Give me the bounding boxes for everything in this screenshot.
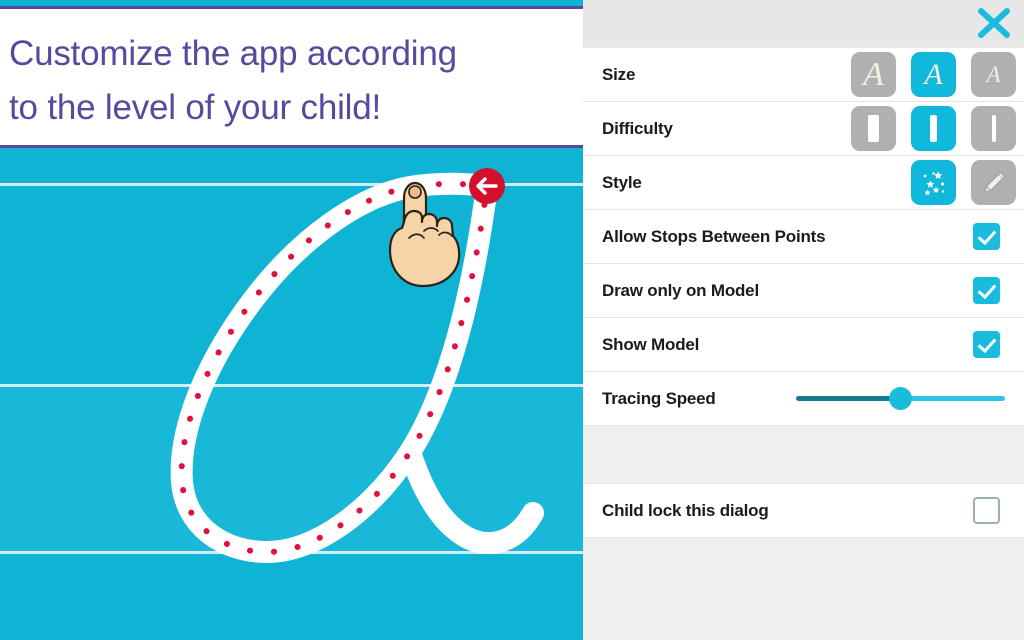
pointing-hand-cursor <box>388 181 461 288</box>
letter-a-glyph: A <box>863 55 884 93</box>
letter-a-glyph: A <box>924 57 943 91</box>
setting-label-child-lock: Child lock this dialog <box>602 500 769 520</box>
allow-stops-checkbox[interactable] <box>973 223 1000 250</box>
setting-row-size[interactable]: Size A A A <box>583 47 1024 102</box>
style-spacer <box>851 160 896 205</box>
thin-bar-icon <box>991 115 996 142</box>
show-model-checkbox[interactable] <box>973 331 1000 358</box>
footer-rows: Child lock this dialog <box>583 483 1024 538</box>
close-icon[interactable] <box>972 2 1016 44</box>
size-large-option[interactable]: A <box>851 52 896 97</box>
setting-row-style[interactable]: Style <box>583 156 1024 210</box>
slider-knob[interactable] <box>889 387 912 410</box>
slider-track-remaining <box>900 396 1005 401</box>
settings-panel: Size A A A Difficulty Style Allow Stops … <box>583 0 1024 640</box>
style-sparkles-option[interactable] <box>911 160 956 205</box>
setting-row-tracing-speed[interactable]: Tracing Speed <box>583 372 1024 426</box>
setting-label-difficulty: Difficulty <box>602 118 673 138</box>
banner-line-1: Customize the app according <box>9 34 457 73</box>
setting-row-child-lock[interactable]: Child lock this dialog <box>583 483 1024 538</box>
size-medium-option[interactable]: A <box>911 52 956 97</box>
banner-line-2: to the level of your child! <box>9 88 382 127</box>
difficulty-easy-option[interactable] <box>851 106 896 151</box>
letter-a-glyph: A <box>986 62 1001 87</box>
setting-label-allow-stops: Allow Stops Between Points <box>602 226 826 246</box>
setting-label-draw-only-on-model: Draw only on Model <box>602 280 759 300</box>
child-lock-checkbox[interactable] <box>973 497 1000 524</box>
size-small-option[interactable]: A <box>971 52 1016 97</box>
setting-row-allow-stops[interactable]: Allow Stops Between Points <box>583 210 1024 264</box>
difficulty-hard-option[interactable] <box>971 106 1016 151</box>
slider-track-filled <box>796 396 900 401</box>
app-root: Customize the app according to the level… <box>0 0 1024 640</box>
draw-only-on-model-checkbox[interactable] <box>973 277 1000 304</box>
setting-row-show-model[interactable]: Show Model <box>583 318 1024 372</box>
setting-label-show-model: Show Model <box>602 334 700 354</box>
setting-label-style: Style <box>602 172 642 192</box>
pencil-icon <box>983 171 1005 193</box>
thick-bar-icon <box>868 115 879 142</box>
callout-banner: Customize the app according to the level… <box>0 6 620 148</box>
panel-header <box>583 0 1024 47</box>
panel-gap <box>583 426 1024 483</box>
size-option-group: A A A <box>851 52 1016 97</box>
setting-label-size: Size <box>602 64 636 84</box>
tracing-speed-slider[interactable] <box>796 386 1005 412</box>
style-option-group <box>851 160 1016 205</box>
sparkles-icon <box>923 170 944 195</box>
difficulty-medium-option[interactable] <box>911 106 956 151</box>
medium-bar-icon <box>930 115 937 142</box>
difficulty-option-group <box>851 106 1016 151</box>
panel-footer-space <box>583 538 1024 624</box>
start-arrow-marker <box>469 168 505 204</box>
setting-row-draw-only-on-model[interactable]: Draw only on Model <box>583 264 1024 318</box>
style-pencil-option[interactable] <box>971 160 1016 205</box>
settings-rows: Size A A A Difficulty Style Allow Stops … <box>583 47 1024 426</box>
setting-label-tracing-speed: Tracing Speed <box>602 388 716 408</box>
setting-row-difficulty[interactable]: Difficulty <box>583 102 1024 156</box>
